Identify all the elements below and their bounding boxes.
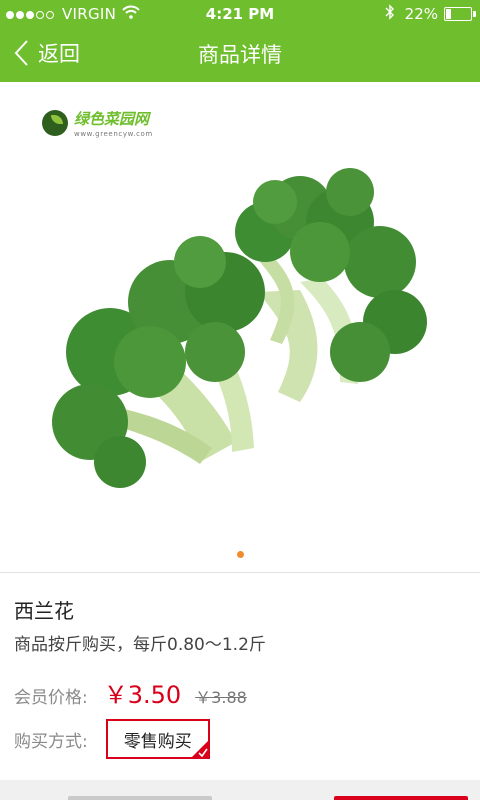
primary-action-button[interactable] bbox=[334, 796, 468, 800]
product-image-gallery[interactable]: 绿色菜园网 www.greencyw.com bbox=[0, 82, 480, 572]
page-title: 商品详情 bbox=[198, 43, 282, 67]
battery-percentage: 22% bbox=[404, 5, 438, 23]
member-price-label: 会员价格: bbox=[14, 688, 88, 708]
purchase-method-row: 购买方式: 零售购买 bbox=[14, 719, 210, 759]
retail-purchase-option[interactable]: 零售购买 bbox=[105, 719, 210, 759]
retail-purchase-label: 零售购买 bbox=[123, 731, 192, 752]
product-description: 商品按斤购买，每斤0.80～1.2斤 bbox=[14, 635, 266, 655]
product-info-panel: 西兰花 商品按斤购买，每斤0.80～1.2斤 会员价格: ￥3.50 ￥3.88… bbox=[0, 572, 480, 781]
product-name: 西兰花 bbox=[14, 599, 74, 623]
price-row: 会员价格: ￥3.50 ￥3.88 bbox=[14, 675, 247, 710]
status-right: 22% bbox=[385, 4, 476, 24]
battery-icon bbox=[444, 7, 476, 21]
pagination-dot-active[interactable] bbox=[236, 551, 244, 558]
bluetooth-icon bbox=[385, 4, 395, 24]
original-price: ￥3.88 bbox=[195, 688, 247, 707]
broccoli-image bbox=[52, 168, 427, 488]
navigation-bar: 返回 商品详情 bbox=[0, 28, 480, 82]
app-header: VIRGIN 4:21 PM 22% 返回 商品详情 bbox=[0, 0, 480, 82]
selected-check-icon bbox=[190, 740, 209, 758]
member-price: ￥3.50 bbox=[103, 681, 182, 709]
bottom-action-bar bbox=[0, 780, 480, 800]
secondary-action-button[interactable] bbox=[68, 796, 212, 800]
gallery-pagination bbox=[0, 543, 480, 562]
status-bar: VIRGIN 4:21 PM 22% bbox=[0, 0, 480, 28]
purchase-method-label: 购买方式: bbox=[14, 731, 88, 752]
battery-level-fill bbox=[446, 9, 452, 19]
